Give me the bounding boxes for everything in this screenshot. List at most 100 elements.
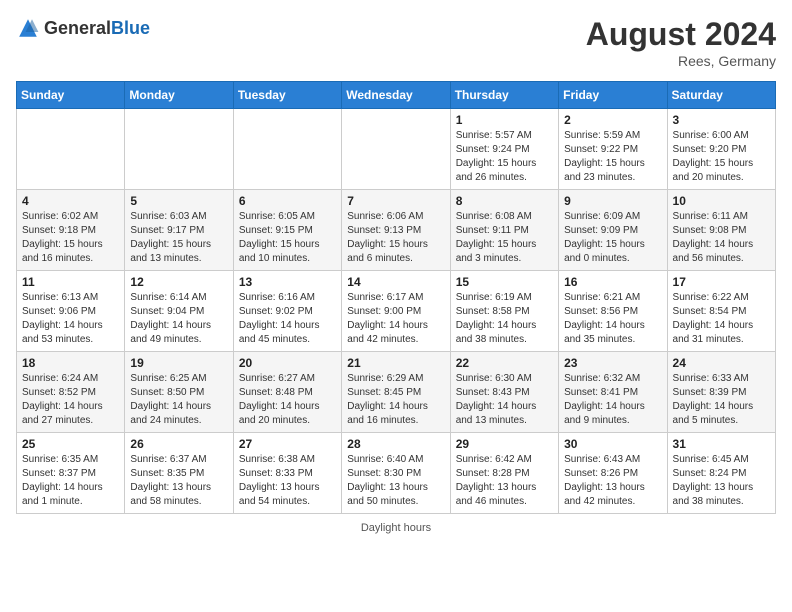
day-info: Sunrise: 6:38 AMSunset: 8:33 PMDaylight:… [239, 453, 336, 509]
day-of-week-header: Friday [559, 82, 667, 109]
day-number: 7 [347, 194, 444, 208]
day-number: 24 [673, 356, 770, 370]
day-number: 15 [456, 275, 553, 289]
calendar-cell: 1Sunrise: 5:57 AMSunset: 9:24 PMDaylight… [450, 109, 558, 190]
day-of-week-header: Tuesday [233, 82, 341, 109]
day-number: 17 [673, 275, 770, 289]
day-info: Sunrise: 6:24 AMSunset: 8:52 PMDaylight:… [22, 372, 119, 428]
calendar-cell [342, 109, 450, 190]
day-info: Sunrise: 6:06 AMSunset: 9:13 PMDaylight:… [347, 210, 444, 266]
calendar-week-row: 11Sunrise: 6:13 AMSunset: 9:06 PMDayligh… [17, 271, 776, 352]
calendar-cell: 26Sunrise: 6:37 AMSunset: 8:35 PMDayligh… [125, 433, 233, 514]
logo-blue: Blue [111, 18, 150, 38]
day-number: 13 [239, 275, 336, 289]
day-info: Sunrise: 6:25 AMSunset: 8:50 PMDaylight:… [130, 372, 227, 428]
calendar-week-row: 18 Sunrise: 6:24 AMSunset: 8:52 PMDayligh… [17, 352, 776, 433]
day-number: 11 [22, 275, 119, 289]
day-info: Sunrise: 6:27 AMSunset: 8:48 PMDaylight:… [239, 372, 336, 428]
calendar-cell: 30 Sunrise: 6:43 AMSunset: 8:26 PMDayligh… [559, 433, 667, 514]
calendar-cell: 6 Sunrise: 6:05 AMSunset: 9:15 PMDaylight… [233, 190, 341, 271]
day-info: Sunrise: 6:16 AMSunset: 9:02 PMDaylight:… [239, 291, 336, 347]
day-number: 16 [564, 275, 661, 289]
day-number: 4 [22, 194, 119, 208]
location: Rees, Germany [586, 53, 776, 69]
day-info: Sunrise: 6:37 AMSunset: 8:35 PMDaylight:… [130, 453, 227, 509]
logo-general: General [44, 18, 111, 38]
day-info: Sunrise: 6:17 AMSunset: 9:00 PMDaylight:… [347, 291, 444, 347]
day-info: Sunrise: 6:03 AMSunset: 9:17 PMDaylight:… [130, 210, 227, 266]
day-number: 10 [673, 194, 770, 208]
day-info: Sunrise: 6:02 AMSunset: 9:18 PMDaylight:… [22, 210, 119, 266]
calendar-cell: 27 Sunrise: 6:38 AMSunset: 8:33 PMDayligh… [233, 433, 341, 514]
calendar-cell: 19 Sunrise: 6:25 AMSunset: 8:50 PMDayligh… [125, 352, 233, 433]
calendar-cell: 5Sunrise: 6:03 AMSunset: 9:17 PMDaylight… [125, 190, 233, 271]
day-info: Sunrise: 6:45 AMSunset: 8:24 PMDaylight:… [673, 453, 770, 509]
calendar-cell: 9 Sunrise: 6:09 AMSunset: 9:09 PMDaylight… [559, 190, 667, 271]
month-year: August 2024 [586, 16, 776, 53]
day-number: 20 [239, 356, 336, 370]
calendar-cell: 3Sunrise: 6:00 AMSunset: 9:20 PMDaylight… [667, 109, 775, 190]
day-number: 23 [564, 356, 661, 370]
calendar-cell: 17Sunrise: 6:22 AMSunset: 8:54 PMDayligh… [667, 271, 775, 352]
day-number: 6 [239, 194, 336, 208]
day-number: 21 [347, 356, 444, 370]
calendar-cell: 16 Sunrise: 6:21 AMSunset: 8:56 PMDayligh… [559, 271, 667, 352]
day-info: Sunrise: 5:59 AMSunset: 9:22 PMDaylight:… [564, 129, 661, 185]
day-info: Sunrise: 6:43 AMSunset: 8:26 PMDaylight:… [564, 453, 661, 509]
calendar-cell: 15 Sunrise: 6:19 AMSunset: 8:58 PMDayligh… [450, 271, 558, 352]
day-number: 28 [347, 437, 444, 451]
day-number: 29 [456, 437, 553, 451]
day-of-week-header: Sunday [17, 82, 125, 109]
calendar-cell: 12 Sunrise: 6:14 AMSunset: 9:04 PMDayligh… [125, 271, 233, 352]
day-info: Sunrise: 6:29 AMSunset: 8:45 PMDaylight:… [347, 372, 444, 428]
day-number: 27 [239, 437, 336, 451]
calendar-week-row: 1Sunrise: 5:57 AMSunset: 9:24 PMDaylight… [17, 109, 776, 190]
day-of-week-header: Saturday [667, 82, 775, 109]
day-info: Sunrise: 6:30 AMSunset: 8:43 PMDaylight:… [456, 372, 553, 428]
calendar-cell: 4 Sunrise: 6:02 AMSunset: 9:18 PMDaylight… [17, 190, 125, 271]
calendar-cell: 2Sunrise: 5:59 AMSunset: 9:22 PMDaylight… [559, 109, 667, 190]
day-number: 14 [347, 275, 444, 289]
calendar-cell [125, 109, 233, 190]
day-info: Sunrise: 6:40 AMSunset: 8:30 PMDaylight:… [347, 453, 444, 509]
day-number: 1 [456, 113, 553, 127]
calendar-cell [233, 109, 341, 190]
day-of-week-header: Monday [125, 82, 233, 109]
day-number: 9 [564, 194, 661, 208]
day-of-week-header: Thursday [450, 82, 558, 109]
day-info: Sunrise: 6:00 AMSunset: 9:20 PMDaylight:… [673, 129, 770, 185]
day-info: Sunrise: 6:19 AMSunset: 8:58 PMDaylight:… [456, 291, 553, 347]
calendar-cell: 14 Sunrise: 6:17 AMSunset: 9:00 PMDayligh… [342, 271, 450, 352]
calendar-cell: 8Sunrise: 6:08 AMSunset: 9:11 PMDaylight… [450, 190, 558, 271]
day-number: 8 [456, 194, 553, 208]
logo: GeneralBlue [16, 16, 150, 40]
page-header: GeneralBlue August 2024 Rees, Germany [16, 16, 776, 69]
day-number: 18 [22, 356, 119, 370]
calendar-cell: 10 Sunrise: 6:11 AMSunset: 9:08 PMDayligh… [667, 190, 775, 271]
day-number: 12 [130, 275, 227, 289]
day-info: Sunrise: 6:05 AMSunset: 9:15 PMDaylight:… [239, 210, 336, 266]
day-of-week-header: Wednesday [342, 82, 450, 109]
calendar-cell: 7 Sunrise: 6:06 AMSunset: 9:13 PMDaylight… [342, 190, 450, 271]
calendar-cell: 11Sunrise: 6:13 AMSunset: 9:06 PMDayligh… [17, 271, 125, 352]
day-number: 19 [130, 356, 227, 370]
calendar-cell: 22Sunrise: 6:30 AMSunset: 8:43 PMDayligh… [450, 352, 558, 433]
calendar-cell: 29Sunrise: 6:42 AMSunset: 8:28 PMDayligh… [450, 433, 558, 514]
calendar-cell: 23Sunrise: 6:32 AMSunset: 8:41 PMDayligh… [559, 352, 667, 433]
day-number: 31 [673, 437, 770, 451]
calendar-week-row: 4 Sunrise: 6:02 AMSunset: 9:18 PMDaylight… [17, 190, 776, 271]
calendar-cell: 24Sunrise: 6:33 AMSunset: 8:39 PMDayligh… [667, 352, 775, 433]
calendar-header-row: SundayMondayTuesdayWednesdayThursdayFrid… [17, 82, 776, 109]
day-info: Sunrise: 6:35 AMSunset: 8:37 PMDaylight:… [22, 453, 119, 509]
calendar-week-row: 25Sunrise: 6:35 AMSunset: 8:37 PMDayligh… [17, 433, 776, 514]
title-block: August 2024 Rees, Germany [586, 16, 776, 69]
calendar-cell: 21 Sunrise: 6:29 AMSunset: 8:45 PMDayligh… [342, 352, 450, 433]
calendar-cell: 20 Sunrise: 6:27 AMSunset: 8:48 PMDayligh… [233, 352, 341, 433]
day-info: Sunrise: 6:11 AMSunset: 9:08 PMDaylight:… [673, 210, 770, 266]
calendar-cell: 18 Sunrise: 6:24 AMSunset: 8:52 PMDayligh… [17, 352, 125, 433]
day-info: Sunrise: 6:14 AMSunset: 9:04 PMDaylight:… [130, 291, 227, 347]
day-number: 30 [564, 437, 661, 451]
day-info: Sunrise: 6:21 AMSunset: 8:56 PMDaylight:… [564, 291, 661, 347]
calendar-cell: 31 Sunrise: 6:45 AMSunset: 8:24 PMDayligh… [667, 433, 775, 514]
day-info: Sunrise: 6:09 AMSunset: 9:09 PMDaylight:… [564, 210, 661, 266]
